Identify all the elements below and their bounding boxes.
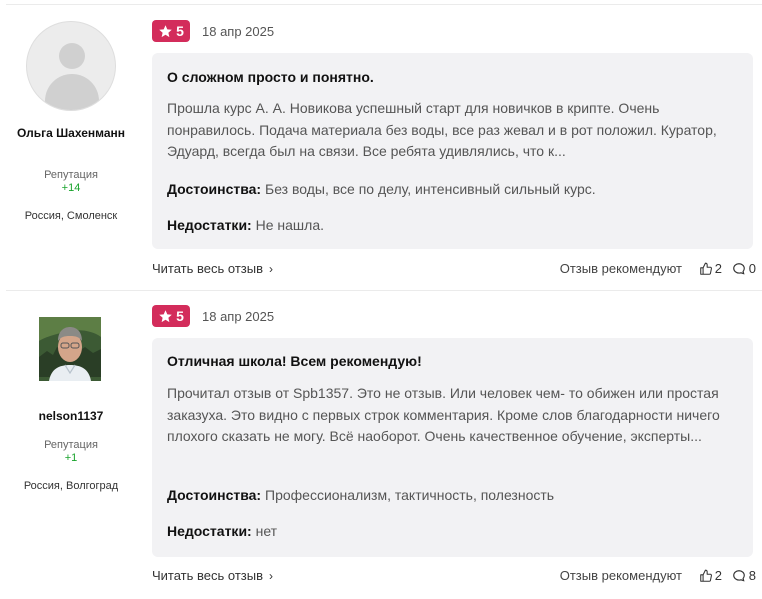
cons-label: Недостатки:: [167, 217, 252, 233]
review-pros: Достоинства: Профессионализм, тактичност…: [167, 487, 554, 503]
rating-value: 5: [176, 23, 184, 39]
user-photo: [39, 317, 101, 381]
chevron-right-icon: ›: [269, 568, 274, 583]
review-footer: Читать весь отзыв › Отзыв рекомендуют 2 …: [152, 568, 756, 586]
thumbs-up-icon: [699, 569, 712, 582]
like-count: 2: [714, 568, 722, 583]
pros-text: Профессионализм, тактичность, полезность: [265, 487, 555, 503]
review-title[interactable]: О сложном просто и понятно.: [167, 69, 374, 85]
review-item: Ольга Шахенманн Репутация +14 Россия, См…: [6, 4, 762, 290]
comment-icon: [733, 262, 745, 275]
like-button[interactable]: 2: [699, 261, 722, 276]
pros-label: Достоинства:: [167, 487, 262, 503]
avatar[interactable]: [39, 317, 101, 381]
read-more-link[interactable]: Читать весь отзыв ›: [152, 568, 273, 583]
like-count: 2: [714, 261, 722, 276]
comment-count: 8: [748, 568, 756, 583]
star-icon: [159, 309, 172, 322]
recommend-label: Отзыв рекомендуют: [559, 261, 682, 276]
review-card: О сложном просто и понятно. Прошла курс …: [152, 53, 753, 249]
author-name[interactable]: nelson1137: [6, 409, 136, 424]
read-more-label: Читать весь отзыв: [152, 261, 264, 276]
pros-label: Достоинства:: [167, 181, 262, 197]
review-title[interactable]: Отличная школа! Всем рекомендую!: [167, 353, 422, 369]
review-date: 18 апр 2025: [202, 309, 275, 324]
rating-badge: 5: [152, 20, 190, 42]
cons-label: Недостатки:: [167, 523, 252, 539]
rating-value: 5: [176, 308, 184, 324]
review-text: Прошла курс А. А. Новикова успешный стар…: [167, 100, 717, 159]
review-cons: Недостатки: нет: [167, 523, 277, 539]
review-date: 18 апр 2025: [202, 24, 275, 39]
review-footer: Читать весь отзыв › Отзыв рекомендуют 2 …: [152, 261, 756, 279]
review-card: Отличная школа! Всем рекомендую! Прочита…: [152, 338, 753, 557]
reputation-value: +1: [64, 452, 78, 464]
chevron-right-icon: ›: [269, 261, 274, 276]
review-cons: Недостатки: Не нашла.: [167, 217, 324, 233]
pros-text: Без воды, все по делу, интенсивный сильн…: [265, 181, 596, 197]
review-item: nelson1137 Репутация +1 Россия, Волгогра…: [6, 290, 762, 599]
comment-count: 0: [748, 261, 756, 276]
review-pros: Достоинства: Без воды, все по делу, инте…: [167, 181, 596, 197]
comments-button[interactable]: 0: [732, 261, 756, 276]
cons-text: Не нашла.: [255, 217, 324, 233]
author-city: Россия, Волгоград: [23, 480, 119, 492]
avatar-placeholder-head: [59, 43, 85, 69]
star-icon: [159, 24, 172, 37]
comment-icon: [733, 569, 745, 582]
read-more-label: Читать весь отзыв: [152, 568, 264, 583]
rating-badge: 5: [152, 305, 190, 327]
author-name[interactable]: Ольга Шахенманн: [6, 126, 136, 141]
reputation-label: Репутация: [44, 439, 98, 451]
cons-text: нет: [255, 523, 278, 539]
avatar-placeholder-body: [45, 74, 99, 110]
review-text: Прочитал отзыв от Spb1357. Это не отзыв.…: [167, 385, 720, 444]
read-more-link[interactable]: Читать весь отзыв ›: [152, 261, 273, 276]
author-city: Россия, Смоленск: [24, 210, 118, 222]
reputation-label: Репутация: [44, 169, 98, 181]
like-button[interactable]: 2: [699, 568, 722, 583]
reputation-value: +14: [61, 182, 81, 194]
thumbs-up-icon: [699, 262, 712, 275]
avatar[interactable]: [26, 21, 116, 111]
recommend-label: Отзыв рекомендуют: [559, 568, 682, 583]
comments-button[interactable]: 8: [732, 568, 756, 583]
